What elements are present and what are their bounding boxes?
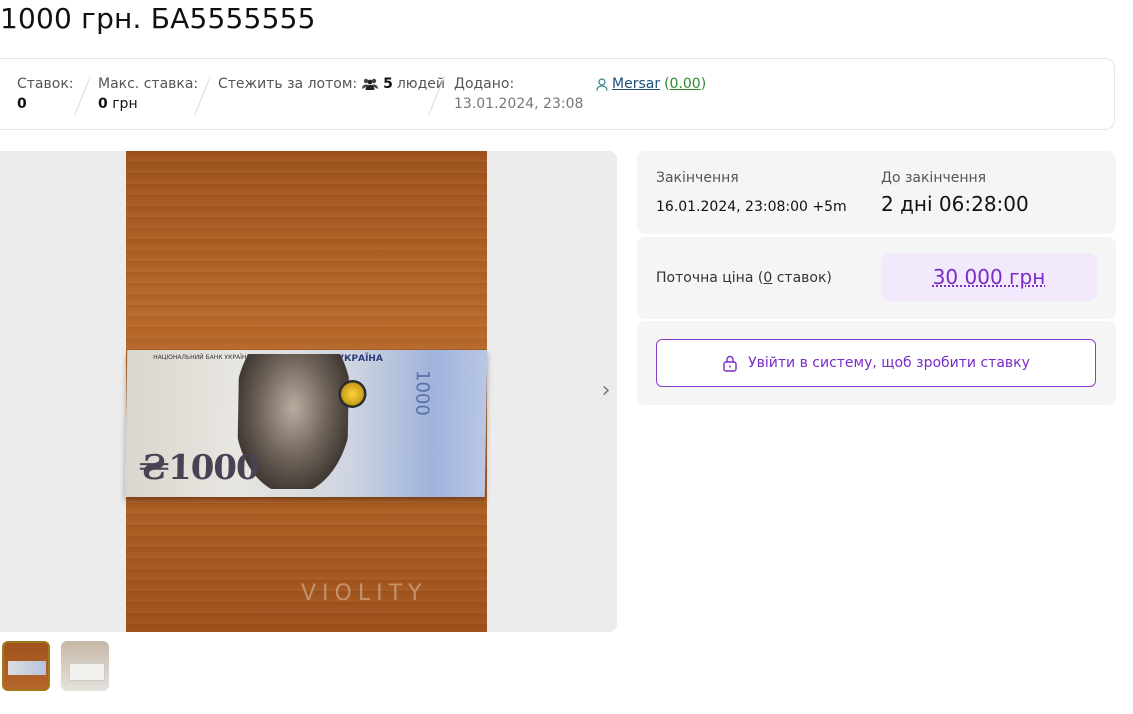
bids-stat: Ставок: 0: [17, 76, 74, 112]
main-photo[interactable]: НАЦІОНАЛЬНИЙ БАНК УКРАЇНИ УКРАЇНА ₴1000 …: [124, 151, 488, 632]
watermark-logo: VIOLITY: [301, 581, 428, 606]
photo-gallery[interactable]: НАЦІОНАЛЬНИЙ БАНК УКРАЇНИ УКРАЇНА ₴1000 …: [0, 151, 617, 632]
max-bid-currency: грн: [107, 96, 138, 112]
banknote-side-denomination: 1000: [411, 370, 433, 416]
watchers-count: 5: [383, 76, 393, 92]
banknote-bank-text: НАЦІОНАЛЬНИЙ БАНК УКРАЇНИ: [153, 354, 251, 361]
max-bid-value: 0: [98, 96, 108, 112]
chevron-right-icon[interactable]: ›: [594, 379, 617, 403]
banknote-denomination: ₴1000: [138, 448, 259, 488]
added-label: Додано:: [454, 76, 515, 92]
added-value: 13.01.2024, 23:08: [454, 96, 584, 112]
seller-info: Mersar (0.00): [596, 76, 706, 92]
remaining-label: До закінчення: [881, 170, 987, 186]
gallery-thumbnail[interactable]: [2, 641, 50, 691]
watchers-stat: Стежить за лотом: 5 людей: [218, 76, 445, 92]
current-price-label: Поточна ціна (0 ставок): [656, 270, 832, 286]
divider: [74, 76, 91, 116]
lot-title: 1000 грн. БА5555555: [0, 2, 316, 35]
remaining-value: 2 дні 06:28:00: [881, 192, 1029, 216]
user-icon: [596, 77, 608, 91]
price-panel: Поточна ціна (0 ставок) 30 000 грн: [637, 237, 1116, 319]
seller-rating[interactable]: (0.00): [664, 76, 706, 92]
bids-value: 0: [17, 96, 27, 112]
current-price-box: 30 000 грн: [881, 253, 1097, 301]
current-price-value[interactable]: 30 000 грн: [933, 265, 1046, 289]
lot-stats-bar: Ставок: 0 Макс. ставка: 0 грн Стежить за…: [0, 58, 1115, 130]
timing-panel: Закінчення 16.01.2024, 23:08:00 +5m До з…: [637, 151, 1116, 234]
people-icon: [362, 78, 379, 90]
login-button-label: Увійти в систему, щоб зробити ставку: [748, 355, 1030, 371]
bids-label: Ставок:: [17, 76, 74, 92]
max-bid-label: Макс. ставка:: [98, 76, 199, 92]
bids-count-link[interactable]: 0: [763, 270, 772, 286]
banknote-hologram: [338, 380, 367, 408]
end-label: Закінчення: [656, 170, 739, 186]
lock-icon: [723, 355, 737, 372]
bid-panel: Увійти в систему, щоб зробити ставку: [637, 321, 1116, 405]
watchers-label: Стежить за лотом:: [218, 76, 358, 92]
max-bid-stat: Макс. ставка: 0 грн: [98, 76, 198, 112]
end-value: 16.01.2024, 23:08:00 +5m: [656, 199, 847, 215]
banknote-image: НАЦІОНАЛЬНИЙ БАНК УКРАЇНИ УКРАЇНА ₴1000 …: [124, 350, 488, 497]
login-to-bid-button[interactable]: Увійти в систему, щоб зробити ставку: [656, 339, 1096, 387]
gallery-thumbnail[interactable]: [61, 641, 109, 691]
seller-link[interactable]: Mersar: [612, 76, 660, 92]
added-stat: Додано: 13.01.2024, 23:08: [454, 76, 583, 112]
